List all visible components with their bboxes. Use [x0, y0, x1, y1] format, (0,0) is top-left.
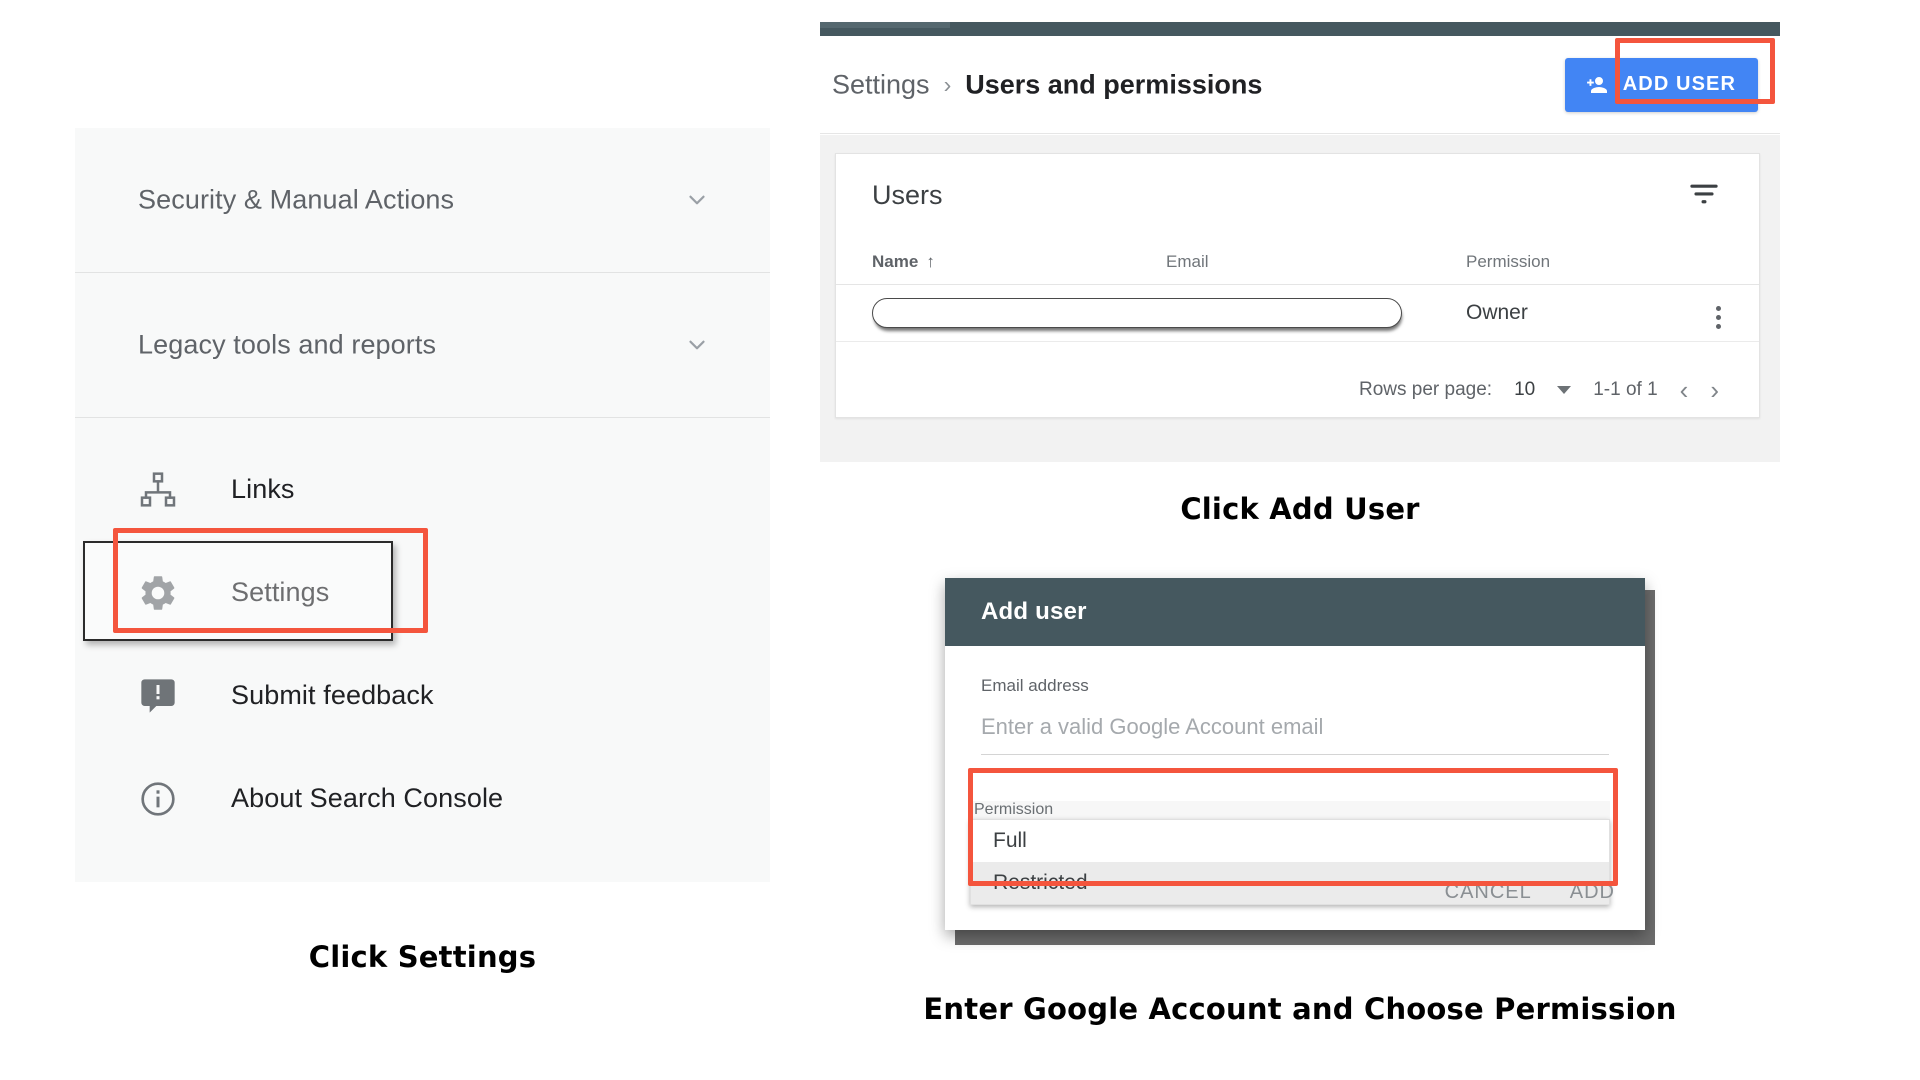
cell-actions — [1666, 298, 1759, 329]
add-button[interactable]: ADD — [1570, 881, 1615, 904]
active-tab-indicator — [820, 22, 950, 28]
sidebar-item-label: Links — [231, 474, 295, 504]
cell-name — [836, 298, 1402, 328]
add-user-dialog: Add user Email address Permission Full R… — [945, 578, 1645, 930]
dialog-body: Email address Permission Full Restricted — [945, 646, 1645, 905]
person-add-icon — [1583, 73, 1609, 97]
feedback-icon — [135, 673, 181, 719]
caption-click-add-user: Click Add User — [1180, 492, 1420, 526]
users-card: Users Name ↑ Email Permission Owner Rows… — [835, 153, 1760, 418]
sort-ascending-icon: ↑ — [926, 251, 935, 271]
info-icon — [135, 776, 181, 822]
add-user-button-label: ADD USER — [1622, 73, 1736, 95]
settings-highlight-frame — [83, 541, 393, 641]
next-page-button[interactable]: › — [1710, 377, 1719, 403]
permission-value: Owner — [1466, 301, 1528, 324]
sitemap-icon — [135, 467, 181, 513]
sidebar-group-legacy-tools[interactable]: Legacy tools and reports — [75, 273, 770, 418]
permission-option-full[interactable]: Full — [971, 820, 1609, 862]
browser-tab-strip — [820, 22, 1780, 36]
email-address-label: Email address — [981, 676, 1089, 695]
pagination-range: 1-1 of 1 — [1593, 379, 1658, 400]
sidebar-item-submit-feedback[interactable]: Submit feedback — [75, 644, 770, 747]
users-table: Name ↑ Email Permission Owner — [836, 239, 1759, 342]
rows-per-page-value[interactable]: 10 — [1514, 379, 1535, 401]
sidebar-group-label: Security & Manual Actions — [138, 184, 455, 215]
rows-per-page-label: Rows per page: — [1359, 379, 1493, 400]
dialog-title: Add user — [981, 598, 1087, 625]
dialog-header: Add user — [945, 578, 1645, 646]
cancel-button[interactable]: CANCEL — [1445, 881, 1532, 904]
sidebar-group-security[interactable]: Security & Manual Actions — [75, 128, 770, 273]
table-header-row: Name ↑ Email Permission — [836, 239, 1759, 285]
caption-click-settings: Click Settings — [308, 940, 537, 974]
sidebar-item-label: Submit feedback — [231, 680, 434, 710]
breadcrumb-separator-icon: › — [943, 71, 952, 97]
panel-header: Settings › Users and permissions ADD USE… — [820, 36, 1780, 134]
sidebar-item-settings[interactable]: Settings — [75, 541, 770, 644]
permission-label: Permission — [970, 801, 1610, 819]
sidebar-item-links[interactable]: Links — [75, 438, 770, 541]
sidebar-item-label: About Search Console — [231, 783, 504, 813]
column-header-name[interactable]: Name ↑ — [836, 252, 1166, 272]
search-console-sidebar: Security & Manual Actions Legacy tools a… — [75, 128, 770, 882]
sidebar-item-list: Links Settings Submit feedback About Sea… — [75, 418, 770, 850]
sidebar-group-label: Legacy tools and reports — [138, 329, 437, 360]
breadcrumb-current-page: Users and permissions — [965, 69, 1263, 99]
users-card-title: Users — [872, 180, 943, 210]
column-header-email: Email — [1166, 252, 1466, 272]
panel-body: Users Name ↑ Email Permission Owner Rows… — [820, 135, 1780, 462]
dialog-actions: CANCEL ADD — [1445, 881, 1615, 904]
breadcrumb: Settings › Users and permissions — [832, 69, 1262, 100]
cell-permission: Owner — [1466, 301, 1666, 325]
previous-page-button[interactable]: ‹ — [1680, 377, 1689, 403]
table-row: Owner — [836, 285, 1759, 342]
pagination: Rows per page: 10 1-1 of 1 ‹ › — [836, 377, 1759, 403]
column-header-permission-label: Permission — [1466, 251, 1551, 271]
chevron-down-icon[interactable] — [684, 332, 710, 358]
sidebar-item-about-search-console[interactable]: About Search Console — [75, 747, 770, 850]
filter-icon[interactable] — [1687, 180, 1721, 210]
redacted-user-name — [872, 298, 1402, 328]
rows-per-page-dropdown-icon[interactable] — [1557, 386, 1572, 394]
more-options-icon[interactable] — [1716, 305, 1721, 329]
column-header-name-label: Name — [872, 251, 919, 271]
column-header-permission: Permission — [1466, 252, 1666, 272]
chevron-down-icon[interactable] — [684, 187, 710, 213]
column-header-email-label: Email — [1166, 251, 1209, 271]
email-address-input[interactable] — [981, 714, 1609, 755]
breadcrumb-root-settings[interactable]: Settings — [832, 69, 930, 100]
add-user-button[interactable]: ADD USER — [1564, 57, 1758, 112]
caption-enter-account-choose-permission: Enter Google Account and Choose Permissi… — [923, 992, 1677, 1026]
users-and-permissions-panel: Settings › Users and permissions ADD USE… — [820, 22, 1780, 462]
